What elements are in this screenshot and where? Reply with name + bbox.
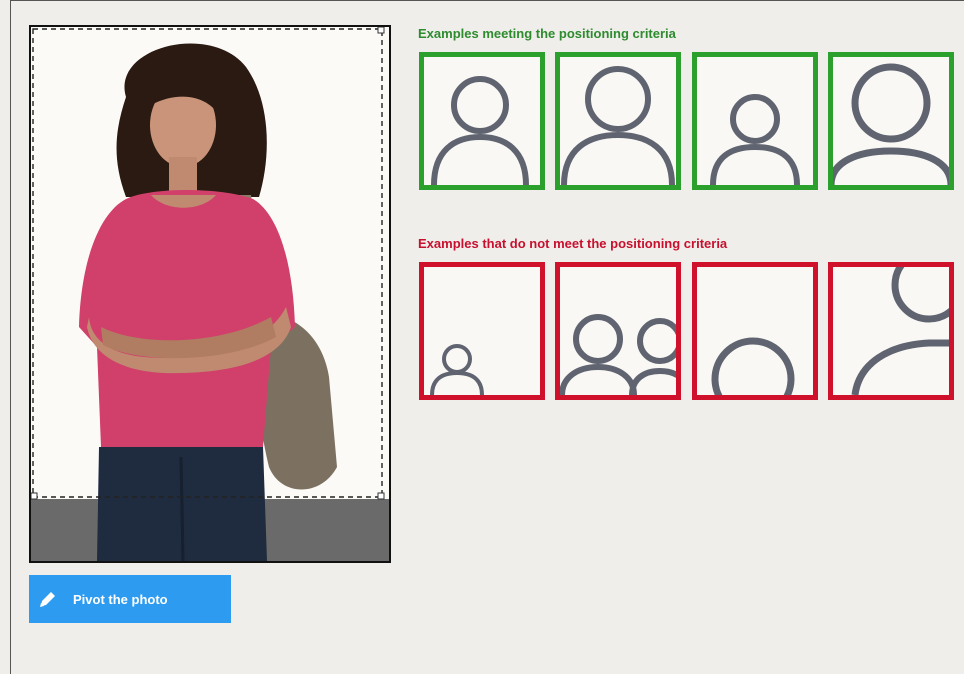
person-icon	[851, 267, 949, 395]
person-icon	[561, 66, 675, 185]
good-example-4	[828, 52, 954, 190]
person-icon	[710, 94, 800, 185]
bad-example-3	[692, 262, 818, 400]
person-icon	[431, 76, 529, 185]
pivot-photo-label: Pivot the photo	[73, 591, 168, 607]
good-example-2	[555, 52, 681, 190]
person-icon	[711, 337, 795, 395]
pencil-icon	[37, 588, 59, 610]
two-persons-icon	[560, 314, 676, 395]
person-icon	[833, 63, 949, 185]
pivot-photo-button[interactable]: Pivot the photo	[29, 575, 231, 623]
person-icon	[430, 344, 484, 395]
good-examples-title: Examples meeting the positioning criteri…	[418, 26, 676, 41]
person-photo	[31, 27, 389, 561]
bad-example-2	[555, 262, 681, 400]
bad-examples-title: Examples that do not meet the positionin…	[418, 236, 728, 251]
good-example-3	[692, 52, 818, 190]
good-example-1	[419, 52, 545, 190]
bad-example-4	[828, 262, 954, 400]
bad-example-1	[419, 262, 545, 400]
photo-crop-area[interactable]	[29, 25, 391, 563]
